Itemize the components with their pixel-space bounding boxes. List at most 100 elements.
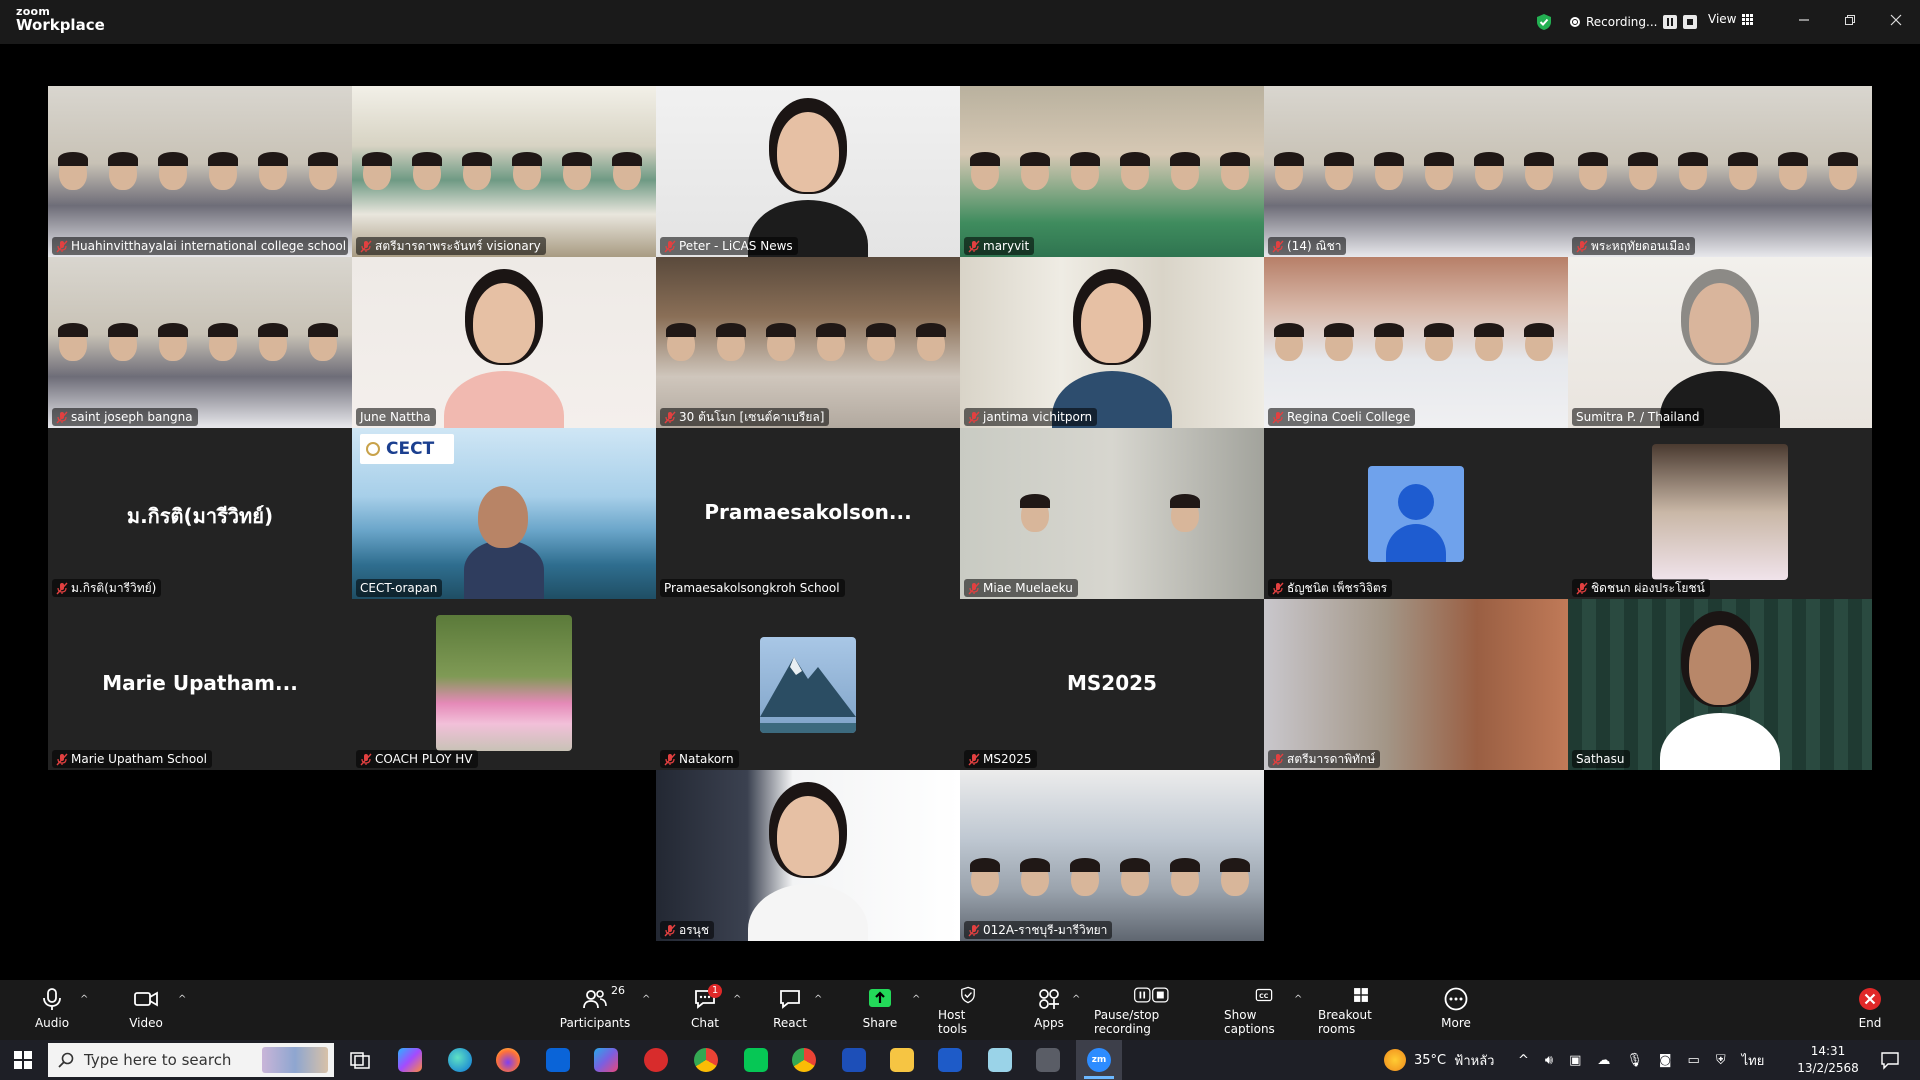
participant-tile[interactable]: saint joseph bangna	[48, 257, 352, 428]
task-view-icon[interactable]	[348, 1048, 372, 1072]
camera-tray-icon[interactable]: ◙	[1659, 1053, 1672, 1068]
participant-tile[interactable]: Miae Muelaeku	[960, 428, 1264, 599]
taskbar-search-box[interactable]: Type here to search	[48, 1043, 334, 1077]
participant-tile[interactable]: Pramaesakolson... Pramaesakolsongkroh Sch…	[656, 428, 960, 599]
chat-options-chevron-icon[interactable]: ^	[733, 994, 741, 1005]
volume-icon[interactable]: 🔊︎	[1545, 1053, 1553, 1068]
pause-stop-recording-button[interactable]: Pause/stop recording	[1094, 986, 1210, 1036]
chat-unread-badge: 1	[708, 984, 722, 998]
tray-chevron-up-icon[interactable]: ^	[1518, 1053, 1529, 1068]
participant-name-label: Sathasu	[1572, 750, 1630, 768]
participant-hair	[1274, 323, 1304, 337]
participant-tile[interactable]: Regina Coeli College	[1264, 257, 1568, 428]
breakout-rooms-button[interactable]: Breakout rooms	[1318, 986, 1404, 1036]
zoom-taskbar-button[interactable]: zm	[1076, 1040, 1122, 1080]
close-window-icon[interactable]	[1882, 8, 1910, 32]
participant-name-label: saint joseph bangna	[52, 408, 198, 426]
security-tray-icon[interactable]: ⛨	[1716, 1053, 1726, 1068]
restore-icon[interactable]	[1836, 8, 1864, 32]
calculator-icon[interactable]	[1036, 1048, 1060, 1072]
participant-tile[interactable]: Sathasu	[1568, 599, 1872, 770]
participant-name: Sumitra P. / Thailand	[1576, 410, 1700, 424]
participant-tile[interactable]: jantima vichitporn	[960, 257, 1264, 428]
taskbar-clock[interactable]: 14:31 13/2/2568	[1796, 1043, 1860, 1077]
red-app-icon[interactable]	[644, 1048, 668, 1072]
participant-tile[interactable]: Sumitra P. / Thailand	[1568, 257, 1872, 428]
pause-recording-icon[interactable]	[1663, 15, 1678, 29]
share-button[interactable]: Share	[862, 986, 898, 1036]
participant-tile[interactable]: ธัญชนิต เพ็ชรวิจิตร	[1264, 428, 1568, 599]
video-options-chevron-icon[interactable]: ^	[178, 994, 186, 1005]
chat-button[interactable]: Chat 1	[688, 984, 722, 1036]
onedrive-cloud-icon[interactable]: ☁	[1597, 1053, 1610, 1068]
minimize-icon[interactable]	[1790, 8, 1818, 32]
chrome-icon[interactable]	[694, 1048, 718, 1072]
muted-mic-icon	[1576, 582, 1588, 594]
encryption-shield-icon[interactable]	[1536, 13, 1552, 31]
host-tools-button[interactable]: Host tools	[938, 986, 998, 1036]
participant-name: Miae Muelaeku	[983, 581, 1073, 595]
react-options-chevron-icon[interactable]: ^	[814, 994, 822, 1005]
line-app-icon[interactable]	[744, 1048, 768, 1072]
network-icon[interactable]: ▭	[1688, 1053, 1700, 1068]
participant-tile[interactable]: Natakorn	[656, 599, 960, 770]
notifications-icon[interactable]	[1880, 1050, 1900, 1070]
more-label: More	[1441, 1016, 1471, 1030]
file-explorer-icon[interactable]	[890, 1048, 914, 1072]
participant-tile[interactable]: สตรีมารดาพิทักษ์	[1264, 599, 1568, 770]
participant-video	[1264, 599, 1568, 770]
microphone-tray-icon[interactable]: 🎙︎	[1626, 1053, 1643, 1068]
firefox-icon[interactable]	[496, 1048, 520, 1072]
participant-hair	[866, 323, 896, 337]
stop-recording-icon[interactable]	[1683, 15, 1698, 29]
participant-tile[interactable]: Huahinvitthayalai international college …	[48, 86, 352, 257]
windows-start-icon[interactable]	[14, 1051, 32, 1073]
more-button[interactable]: More	[1438, 986, 1474, 1036]
participant-hair	[1728, 152, 1758, 166]
participant-hair	[1578, 152, 1608, 166]
participant-tile[interactable]: MS2025 MS2025	[960, 599, 1264, 770]
device-icon[interactable]: ▣	[1569, 1053, 1581, 1068]
participant-tile[interactable]: (14) ณิชา	[1264, 86, 1568, 257]
participant-tile[interactable]: 012A-ราชบุรี-มารีวิทยา	[960, 770, 1264, 941]
participant-tile[interactable]: อรนุช	[656, 770, 960, 941]
participant-face	[777, 796, 839, 876]
weather-widget[interactable]: 35°C ฟ้าหลัว	[1384, 1040, 1494, 1080]
weather-desc: ฟ้าหลัว	[1454, 1053, 1495, 1069]
end-meeting-button[interactable]: End	[1852, 986, 1888, 1036]
participant-tile[interactable]: CECT CECT-orapan	[352, 428, 656, 599]
participant-name-label: CECT-orapan	[356, 579, 443, 597]
participant-tile[interactable]: COACH PLOY HV	[352, 599, 656, 770]
react-button[interactable]: React	[772, 986, 808, 1036]
share-options-chevron-icon[interactable]: ^	[912, 994, 920, 1005]
audio-button[interactable]: Audio	[30, 986, 74, 1036]
word-icon[interactable]	[938, 1048, 962, 1072]
participant-tile[interactable]: พระหฤทัยดอนเมือง	[1568, 86, 1872, 257]
show-captions-button[interactable]: CC Show captions	[1224, 986, 1304, 1036]
notes-app-icon[interactable]	[988, 1048, 1012, 1072]
participant-tile[interactable]: สตรีมารดาพระจันทร์ visionary	[352, 86, 656, 257]
microsoft-365-icon[interactable]	[594, 1048, 618, 1072]
participant-tile[interactable]: Peter - LiCAS News	[656, 86, 960, 257]
apps-button[interactable]: Apps	[1032, 986, 1066, 1036]
webex-icon[interactable]	[842, 1048, 866, 1072]
participant-tile[interactable]: ม.กิรติ(มารีวิทย์) ม.กิรติ(มารีวิทย์)	[48, 428, 352, 599]
participant-tile[interactable]: ชิดชนก ผ่องประโยชน์	[1568, 428, 1872, 599]
view-button[interactable]: View	[1708, 12, 1754, 26]
participant-tile[interactable]: 30 ต้นโมก [เซนต์คาเบรียล]	[656, 257, 960, 428]
outlook-icon[interactable]	[546, 1048, 570, 1072]
participant-tile[interactable]: June Nattha	[352, 257, 656, 428]
video-button[interactable]: Video	[124, 986, 168, 1036]
input-language[interactable]: ไทย	[1742, 1050, 1765, 1071]
apps-options-chevron-icon[interactable]: ^	[1072, 994, 1080, 1005]
chrome-profile-icon[interactable]	[792, 1048, 816, 1072]
audio-options-chevron-icon[interactable]: ^	[80, 994, 88, 1005]
edge-browser-icon[interactable]	[448, 1048, 472, 1072]
participant-face	[473, 283, 535, 363]
pause-stop-recording-icon	[1134, 987, 1169, 1003]
participants-options-chevron-icon[interactable]: ^	[642, 994, 650, 1005]
copilot-icon[interactable]	[398, 1048, 422, 1072]
participant-tile[interactable]: maryvit	[960, 86, 1264, 257]
captions-options-chevron-icon[interactable]: ^	[1294, 994, 1302, 1005]
participant-tile[interactable]: Marie Upatham... Marie Upatham School	[48, 599, 352, 770]
